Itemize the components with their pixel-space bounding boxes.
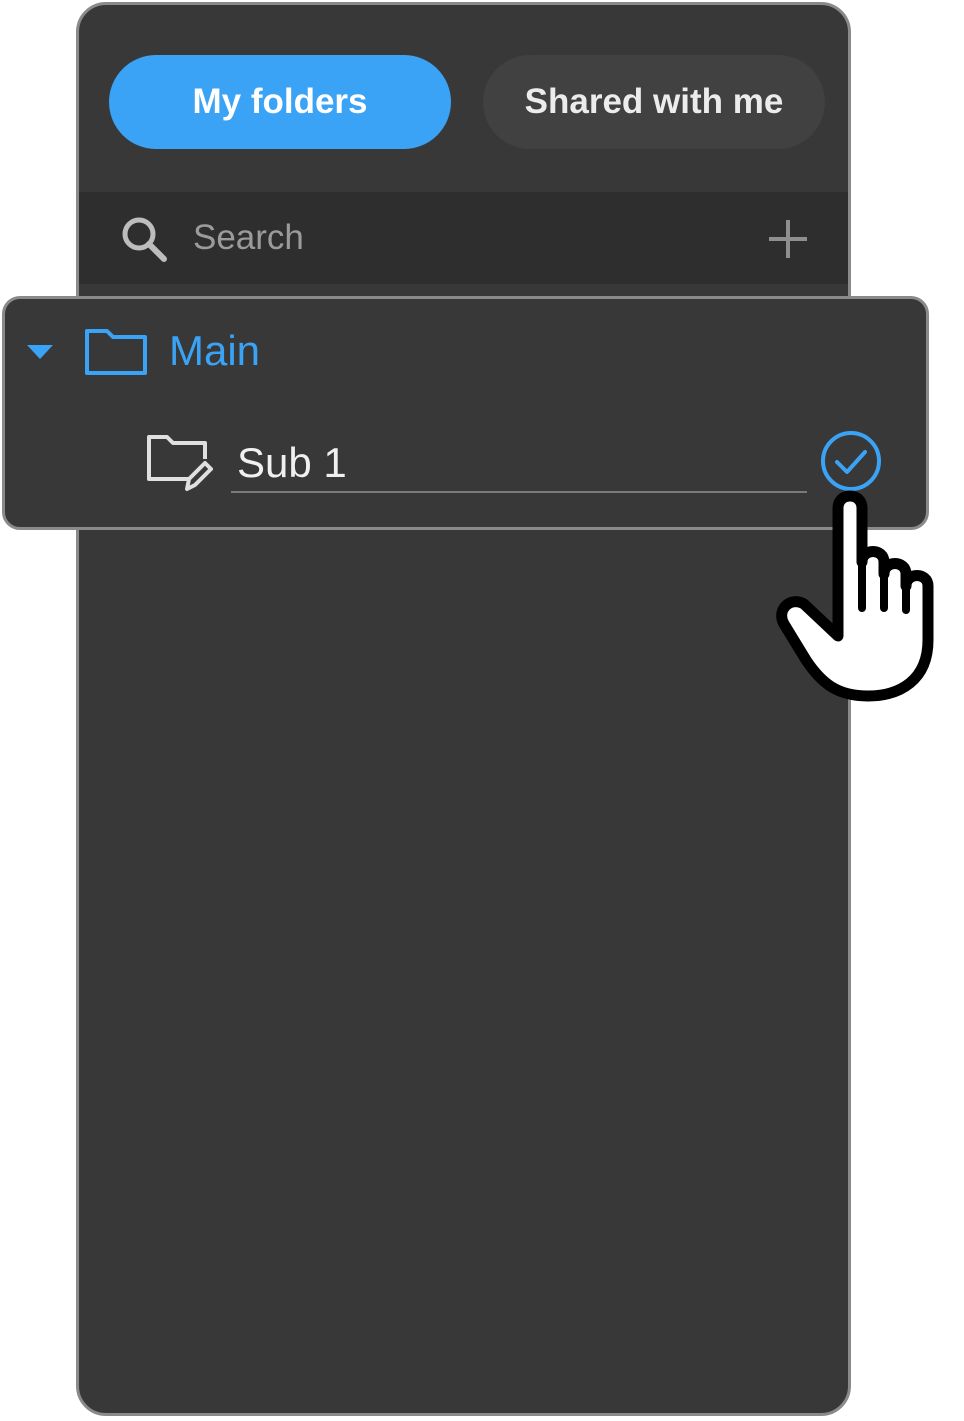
tab-my-folders[interactable]: My folders [109,55,451,149]
search-icon [122,217,167,262]
folder-icon [85,329,147,375]
tab-shared-with-me[interactable]: Shared with me [483,55,825,149]
folder-name-input[interactable] [231,435,807,493]
caret-down-icon[interactable] [25,343,55,361]
tab-my-folders-label: My folders [192,82,368,121]
tree-item-main[interactable]: Main [169,325,260,377]
folder-edit-icon [147,435,213,491]
folder-panel: My folders Shared with me [76,2,851,1416]
search-bar [79,192,848,284]
stage: My folders Shared with me Main [0,0,964,1421]
search-input[interactable] [193,210,713,266]
hand-pointer-cursor-icon [776,490,934,702]
tab-shared-with-me-label: Shared with me [524,82,784,121]
folder-tabs: My folders Shared with me [79,5,848,193]
add-folder-plus-icon[interactable] [767,218,809,260]
